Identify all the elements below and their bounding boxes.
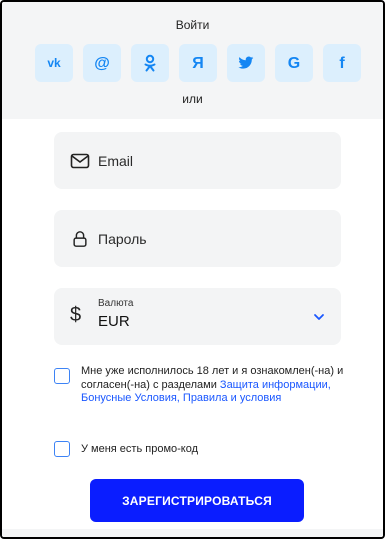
email-placeholder: Email — [98, 153, 134, 169]
odnoklassniki-icon — [144, 54, 156, 72]
vk-icon: vk — [47, 57, 61, 69]
svg-text:G: G — [288, 55, 300, 72]
mail-login-button[interactable]: @ — [83, 44, 121, 82]
svg-text:vk: vk — [47, 57, 61, 69]
at-sign-icon: @ — [94, 55, 110, 72]
register-button[interactable]: ЗАРЕГИСТРИРОВАТЬСЯ — [90, 479, 304, 522]
yandex-login-button[interactable]: Я — [179, 44, 217, 82]
promo-checkbox[interactable] — [54, 441, 70, 457]
yandex-icon: Я — [192, 55, 204, 72]
facebook-icon: f — [339, 55, 345, 72]
svg-text:f: f — [339, 55, 345, 72]
promo-label: У меня есть промо-код — [81, 443, 199, 455]
currency-label: Валюта — [98, 298, 134, 309]
terms-text: Мне уже исполнилось 18 лет и я ознакомле… — [81, 365, 351, 406]
facebook-login-button[interactable]: f — [323, 44, 361, 82]
currency-select[interactable]: $ Валюта EUR — [54, 288, 341, 345]
chevron-down-icon[interactable] — [313, 312, 325, 322]
or-divider-text: или — [182, 92, 203, 106]
bottom-strip — [2, 529, 383, 537]
google-login-button[interactable]: G — [275, 44, 313, 82]
terms-checkbox[interactable] — [54, 368, 70, 384]
password-placeholder: Пароль — [98, 231, 147, 247]
envelope-icon — [70, 153, 90, 169]
google-icon: G — [288, 55, 300, 72]
email-field[interactable]: Email — [54, 132, 341, 189]
registration-window: Войти vk @ Я G f или Email Пароль $ Валю… — [0, 0, 385, 539]
twitter-icon — [238, 56, 254, 69]
lock-icon — [73, 231, 87, 247]
dollar-icon: $ — [70, 304, 82, 326]
social-buttons: vk @ Я G f — [35, 44, 383, 82]
twitter-login-button[interactable] — [227, 44, 265, 82]
svg-text:@: @ — [94, 55, 110, 72]
vk-login-button[interactable]: vk — [35, 44, 73, 82]
social-login-panel: Войти vk @ Я G f или — [2, 2, 383, 119]
svg-text:Я: Я — [192, 55, 204, 72]
ok-login-button[interactable] — [131, 44, 169, 82]
password-field[interactable]: Пароль — [54, 210, 341, 267]
login-title: Войти — [175, 18, 210, 32]
currency-value: EUR — [98, 313, 130, 330]
